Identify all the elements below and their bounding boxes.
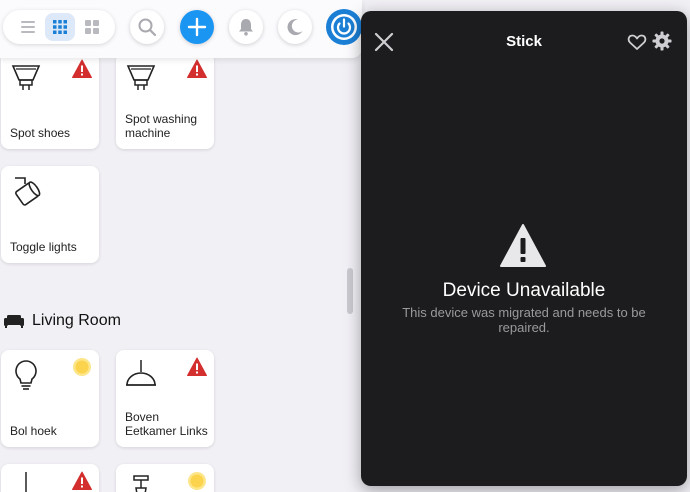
ceiling-light-icon [133,475,149,492]
device-tile-bol-hoek[interactable]: Bol hoek [1,350,99,447]
list-view-button[interactable] [13,13,43,41]
gear-icon[interactable] [652,31,672,51]
device-detail-panel: Stick Device Unavailable This device was… [361,11,687,486]
list-icon [21,21,35,33]
bell-icon [239,19,253,36]
device-tile-partial[interactable] [116,464,214,492]
warning-triangle-icon [500,224,546,267]
device-state-text: Device Unavailable [442,280,606,301]
device-tile-spot-washing-machine[interactable]: Spot washing machine [116,52,214,149]
light-on-indicator-icon [73,358,91,376]
section-header-living-room: Living Room [4,312,121,330]
grid-icon [53,20,67,34]
light-on-indicator-icon [188,472,206,490]
section-title: Living Room [32,312,121,329]
pendant-lamp-icon [126,360,156,386]
power-icon [331,14,357,40]
night-mode-button[interactable] [278,10,312,44]
favorite-heart-icon[interactable] [627,32,647,52]
search-icon [138,18,157,37]
device-tile-boven-eetkamer-links[interactable]: Boven Eetkamer Links [116,350,214,447]
plus-icon [187,17,207,37]
device-tile-partial[interactable] [1,464,99,492]
grid-view-button[interactable] [45,13,75,41]
warning-icon [72,471,92,490]
add-button[interactable] [180,10,214,44]
device-tile-toggle-lights[interactable]: Toggle lights [1,166,99,263]
pendant-lamp-icon [25,472,27,492]
tile-name: Toggle lights [10,240,77,254]
device-state-description: This device was migrated and needs to be… [402,305,646,335]
warning-icon [187,357,207,376]
tile-name: Bol hoek [10,424,57,438]
compact-grid-view-button[interactable] [77,13,107,41]
warning-icon [187,59,207,78]
compact-grid-icon [85,20,99,34]
device-tile-spot-shoes[interactable]: Spot shoes [1,52,99,149]
sofa-icon [4,315,24,328]
tile-name: Boven Eetkamer Links [125,410,208,438]
top-toolbar [0,0,362,58]
bulb-icon [15,360,37,390]
warning-icon [72,59,92,78]
spot-light-icon [11,65,41,90]
spot-light-icon [126,65,156,90]
tile-name: Spot washing machine [125,112,198,140]
panel-resize-handle[interactable] [347,268,353,314]
power-button[interactable] [326,9,362,45]
rotating-spot-icon [15,177,41,206]
tile-name: Spot shoes [10,126,71,140]
moon-icon [287,19,303,36]
notifications-button[interactable] [229,10,263,44]
search-button[interactable] [130,10,164,44]
view-mode-toggle [3,10,115,44]
